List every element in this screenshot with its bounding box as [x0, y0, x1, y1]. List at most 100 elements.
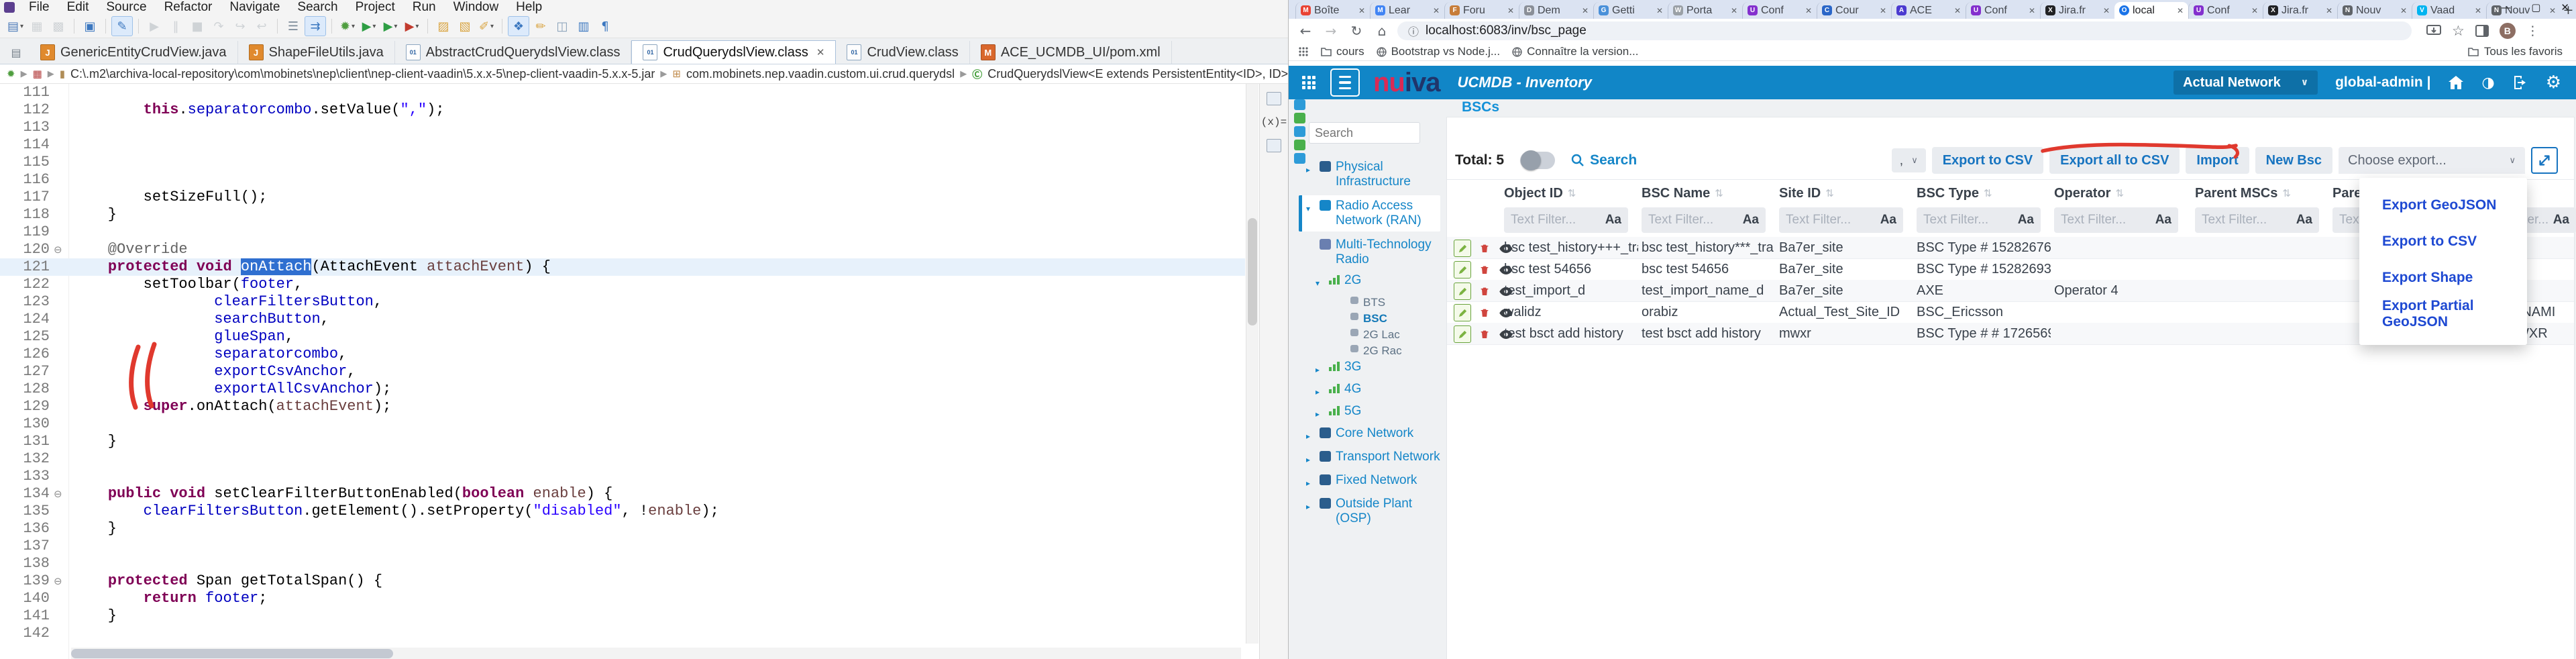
close-icon[interactable]: ✕: [1507, 6, 1514, 15]
sort-icon[interactable]: ⇅: [2282, 187, 2291, 199]
page-info-icon[interactable]: ⓘ: [1408, 23, 1419, 39]
strip-map-icon[interactable]: [1294, 113, 1305, 123]
column-header-operator[interactable]: Operator⇅: [2054, 183, 2124, 203]
close-icon[interactable]: ✕: [2475, 6, 2481, 15]
restore-icon[interactable]: ▢: [2531, 1, 2540, 13]
logout-icon[interactable]: [2512, 75, 2528, 90]
match-case-icon[interactable]: Aa: [1743, 213, 1759, 227]
column-filter-input[interactable]: Text Filter...Aa: [2054, 207, 2178, 233]
profile-icon[interactable]: ▶▾: [402, 17, 422, 36]
match-case-icon[interactable]: Aa: [2018, 213, 2034, 227]
tab-bscs[interactable]: BSCs: [1462, 99, 1499, 115]
delete-icon[interactable]: [1477, 305, 1493, 321]
close-icon[interactable]: ✕: [2177, 6, 2184, 15]
suspend-icon[interactable]: ‖: [166, 17, 186, 36]
close-icon[interactable]: ✕: [1731, 6, 1737, 15]
minimize-icon[interactable]: —: [2501, 1, 2511, 13]
run-icon[interactable]: ▶▾: [359, 17, 379, 36]
browser-tab-15[interactable]: NNouv✕: [2337, 2, 2412, 19]
edit-icon[interactable]: [1454, 261, 1471, 278]
step-over-icon[interactable]: ↪: [230, 17, 250, 36]
debug-icon[interactable]: ✹▾: [337, 17, 358, 36]
browser-tab-11[interactable]: XJira.fr✕: [2040, 2, 2114, 19]
strip-chart-icon[interactable]: [1294, 140, 1305, 150]
menu-item-search[interactable]: Search: [288, 0, 346, 15]
code-editor[interactable]: (x)= 111112 this.separatorcombo.setValue…: [0, 84, 1288, 659]
back-icon[interactable]: ←: [1295, 23, 1316, 39]
side-panel-icon[interactable]: [2475, 25, 2489, 37]
match-case-icon[interactable]: Aa: [1605, 213, 1621, 227]
menu-item-export-shape[interactable]: Export Shape: [2359, 260, 2527, 296]
close-icon[interactable]: ✕: [2103, 6, 2110, 15]
menu-item-export-geojson[interactable]: Export GeoJSON: [2359, 187, 2527, 223]
step-into-icon[interactable]: ↷: [209, 17, 229, 36]
save-all-icon[interactable]: ▩: [48, 17, 68, 36]
edit-icon[interactable]: [1454, 240, 1471, 257]
editor-tab-3[interactable]: 01AbstractCrudQuerydslView.class: [395, 41, 632, 64]
column-header-bsc-type[interactable]: BSC Type⇅: [1917, 183, 1992, 203]
close-icon[interactable]: ✕: [1358, 6, 1365, 15]
editor-tab-4[interactable]: 01CrudQuerydslView.class✕: [631, 40, 836, 64]
browser-tab-3[interactable]: FForu✕: [1444, 2, 1519, 19]
network-select[interactable]: Actual Network∨: [2174, 70, 2318, 95]
menu-kebab-icon[interactable]: ⋮: [2526, 23, 2539, 38]
new-bsc-button[interactable]: New Bsc: [2255, 147, 2332, 174]
toggle-view-icon[interactable]: ◫: [552, 17, 572, 36]
match-case-icon[interactable]: Aa: [2296, 213, 2312, 227]
browser-tab-7[interactable]: UConf✕: [1742, 2, 1817, 19]
open-type-icon[interactable]: ❖: [508, 16, 529, 36]
edit-icon[interactable]: [1454, 325, 1471, 343]
url-text[interactable]: localhost:6083/inv/bsc_page: [1426, 23, 1587, 38]
match-case-icon[interactable]: Aa: [2553, 213, 2569, 227]
apps-grid-icon[interactable]: [1298, 46, 1309, 57]
forward-icon[interactable]: →: [1321, 23, 1341, 39]
browser-tab-8[interactable]: CCour✕: [1817, 2, 1891, 19]
sidebar-item-3g[interactable]: ▸3G: [1316, 360, 1440, 377]
send-to-device-icon[interactable]: [2426, 25, 2441, 37]
close-icon[interactable]: ✕: [1954, 6, 1961, 15]
browser-tab-16[interactable]: VVaad✕: [2412, 2, 2486, 19]
close-icon[interactable]: ✕: [1433, 6, 1440, 15]
step-return-icon[interactable]: ↩: [252, 17, 272, 36]
column-header-bsc-name[interactable]: BSC Name⇅: [1642, 183, 1723, 203]
home-icon[interactable]: ⌂: [1372, 23, 1392, 39]
export-to-csv-button[interactable]: Export to CSV: [1932, 147, 2043, 174]
outline-icon[interactable]: ▥: [574, 17, 594, 36]
restore-view-icon[interactable]: [1267, 92, 1281, 105]
sidebar-item-transport-network[interactable]: ▸Transport Network: [1306, 450, 1440, 467]
browser-tab-9[interactable]: AACE✕: [1891, 2, 1966, 19]
outline-view-icon[interactable]: [1267, 139, 1281, 152]
bookmark-item[interactable]: Connaître la version...: [1512, 45, 1638, 58]
sidebar-item-core-network[interactable]: ▸Core Network: [1306, 426, 1440, 444]
menu-item-project[interactable]: Project: [347, 0, 404, 15]
pilcrow-icon[interactable]: ¶: [595, 17, 615, 36]
match-case-icon[interactable]: Aa: [2155, 213, 2171, 227]
browser-tab-10[interactable]: UConf✕: [1966, 2, 2040, 19]
sort-icon[interactable]: ⇅: [1825, 187, 1834, 199]
sidebar-search-input[interactable]: [1309, 122, 1420, 144]
menu-item-export-partial-geojson[interactable]: Export Partial GeoJSON: [2359, 296, 2527, 332]
sidebar-item-outside-plant-osp-[interactable]: ▸Outside Plant (OSP): [1306, 497, 1440, 526]
reload-icon[interactable]: ↻: [1346, 23, 1366, 39]
breadcrumb-jar-path[interactable]: C:\.m2\archiva-local-repository\com\mobi…: [70, 67, 655, 81]
edit-icon[interactable]: [1454, 283, 1471, 300]
breadcrumb-package[interactable]: com.mobinets.nep.vaadin.custom.ui.crud.q…: [686, 67, 955, 81]
home-icon[interactable]: [2448, 75, 2464, 90]
menu-item-navigate[interactable]: Navigate: [221, 0, 288, 15]
filter-toggle[interactable]: [1520, 152, 1555, 169]
app-launcher-icon[interactable]: [1302, 76, 1316, 89]
annotate-icon[interactable]: ✐▾: [476, 17, 496, 36]
editor-tab-2[interactable]: JShapeFileUtils.java: [238, 41, 395, 64]
column-filter-input[interactable]: Text Filter...Aa: [1504, 207, 1628, 233]
close-icon[interactable]: ✕: [2251, 6, 2258, 15]
close-icon[interactable]: ✕: [1582, 6, 1589, 15]
editor-tab-1[interactable]: JGenericEntityCrudView.java: [30, 41, 238, 64]
editor-vertical-scrollbar[interactable]: [1246, 84, 1258, 644]
coverage-icon[interactable]: ▶▾: [380, 17, 400, 36]
menu-item-file[interactable]: File: [20, 0, 58, 15]
save-icon[interactable]: ▦: [27, 17, 47, 36]
close-icon[interactable]: ✕: [1805, 6, 1812, 15]
column-filter-input[interactable]: Text Filter...Aa: [2195, 207, 2319, 233]
close-icon[interactable]: ✕: [1656, 6, 1663, 15]
browser-tab-14[interactable]: XJira.fr✕: [2263, 2, 2337, 19]
